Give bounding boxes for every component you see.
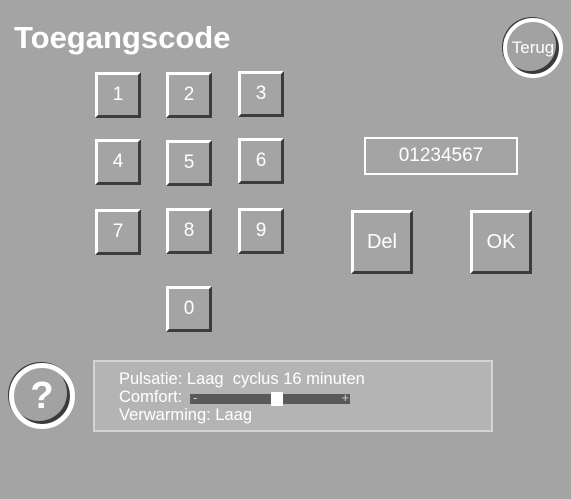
key-0[interactable]: 0 (166, 286, 212, 332)
key-5[interactable]: 5 (166, 140, 212, 186)
pulsation-row: Pulsatie: Laag cyclus 16 minuten (119, 370, 491, 388)
comfort-row: Comfort: - + (119, 388, 491, 406)
heating-row: Verwarming: Laag (119, 406, 491, 424)
key-9[interactable]: 9 (238, 208, 284, 254)
key-7[interactable]: 7 (95, 209, 141, 255)
pulsation-value: Laag cyclus 16 minuten (186, 370, 365, 388)
question-mark-icon: ? (30, 374, 54, 417)
code-field: 01234567 (364, 137, 518, 175)
heating-value: Laag (215, 406, 253, 424)
comfort-thumb (270, 392, 283, 406)
comfort-label: Comfort: (119, 388, 183, 406)
comfort-plus-icon: + (341, 390, 350, 405)
key-6[interactable]: 6 (238, 138, 284, 184)
key-3[interactable]: 3 (238, 71, 284, 117)
pulsation-label: Pulsatie: (119, 370, 183, 388)
delete-button[interactable]: Del (351, 210, 413, 274)
ok-button[interactable]: OK (470, 210, 532, 274)
back-button[interactable]: Terug (503, 18, 563, 78)
key-1[interactable]: 1 (95, 72, 141, 118)
page-title: Toegangscode (14, 20, 231, 55)
key-2[interactable]: 2 (166, 72, 212, 118)
comfort-slider: - + (190, 390, 351, 406)
help-button[interactable]: ? (9, 363, 75, 429)
comfort-minus-icon: - (193, 390, 198, 405)
status-panel: Pulsatie: Laag cyclus 16 minuten Comfort… (93, 360, 493, 432)
key-8[interactable]: 8 (166, 208, 212, 254)
key-4[interactable]: 4 (95, 139, 141, 185)
